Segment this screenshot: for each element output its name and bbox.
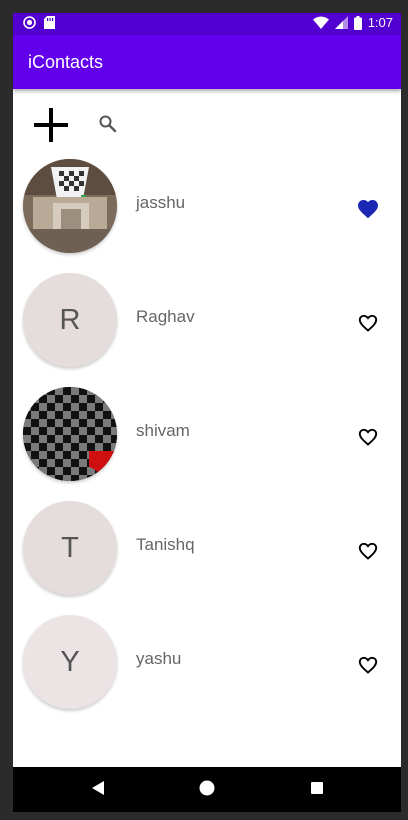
sd-card-icon [44, 16, 55, 29]
navigation-bar [13, 767, 401, 812]
search-button[interactable] [97, 113, 119, 135]
avatar [23, 159, 117, 253]
avatar-initial: T [61, 531, 79, 564]
favorite-toggle[interactable] [356, 539, 380, 563]
avatar-initial: R [59, 303, 81, 336]
heart-outline-icon [358, 542, 378, 560]
signal-icon [334, 16, 348, 29]
back-button[interactable] [90, 780, 106, 801]
heart-filled-icon [358, 200, 378, 219]
action-row [13, 89, 401, 159]
contact-row[interactable]: Y yashu [13, 615, 401, 729]
contact-row[interactable]: shivam [13, 387, 401, 501]
checkerboard-avatar-image [23, 387, 117, 481]
avatar-initial: Y [60, 645, 80, 678]
plus-icon [34, 108, 68, 142]
avatar [23, 387, 117, 481]
status-bar: 1:07 [13, 13, 401, 35]
favorite-toggle[interactable] [356, 653, 380, 677]
contact-row[interactable]: jasshu [13, 159, 401, 273]
record-icon [23, 16, 36, 29]
add-contact-button[interactable] [31, 105, 71, 145]
app-bar: iContacts [13, 35, 401, 89]
contact-name: Raghav [136, 307, 195, 326]
battery-icon [353, 15, 362, 30]
recents-icon [311, 782, 323, 794]
back-icon [92, 781, 104, 795]
recents-button[interactable] [309, 780, 325, 801]
contact-list: jasshu R Raghav shivam T Tanishq Y yashu [13, 159, 401, 729]
device-screen: 1:07 iContacts jasshu R Raghav shivam T … [13, 13, 401, 812]
contact-name: jasshu [136, 193, 186, 212]
contact-row[interactable]: T Tanishq [13, 501, 401, 615]
app-title: iContacts [28, 52, 104, 72]
home-button[interactable] [199, 780, 215, 801]
contact-name: Tanishq [136, 535, 195, 554]
wifi-icon [312, 16, 329, 29]
contact-row[interactable]: R Raghav [13, 273, 401, 387]
heart-outline-icon [358, 428, 378, 446]
contact-name: yashu [136, 649, 182, 668]
contact-name: shivam [136, 421, 190, 440]
favorite-toggle[interactable] [356, 197, 380, 221]
home-icon [199, 780, 215, 796]
heart-outline-icon [358, 314, 378, 332]
search-icon [99, 115, 117, 133]
avatar: T [23, 501, 117, 595]
favorite-toggle[interactable] [356, 425, 380, 449]
avatar: Y [23, 615, 117, 709]
heart-outline-icon [358, 656, 378, 674]
photo-avatar-image [23, 159, 117, 253]
status-time: 1:07 [367, 15, 393, 30]
favorite-toggle[interactable] [356, 311, 380, 335]
avatar: R [23, 273, 117, 367]
